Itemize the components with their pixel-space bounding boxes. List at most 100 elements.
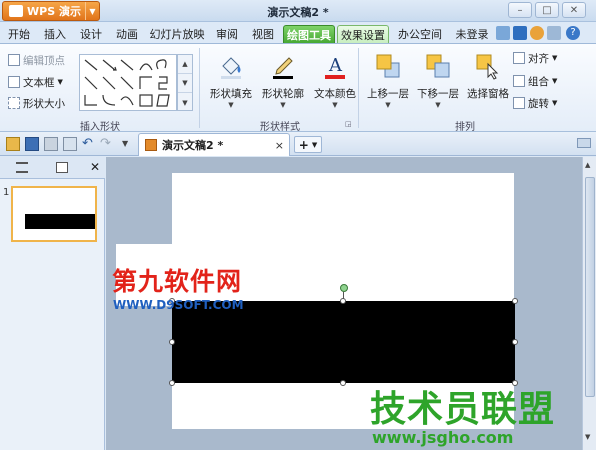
- selected-rectangle-shape[interactable]: [172, 301, 515, 383]
- tab-effect-settings[interactable]: 效果设置: [337, 25, 389, 43]
- edit-points-label: 编辑顶点: [23, 54, 65, 67]
- tab-animation[interactable]: 动画: [112, 25, 142, 43]
- document-tab[interactable]: 演示文稿2 * ×: [138, 133, 290, 156]
- quick-access-bar: ↶ ↷ ▼ 演示文稿2 * × + ▼: [0, 132, 596, 156]
- dialog-launcher-icon[interactable]: ◲: [345, 120, 352, 128]
- avatar[interactable]: [530, 26, 544, 40]
- slide-thumbnail[interactable]: [11, 186, 97, 242]
- docer-icon[interactable]: [513, 26, 527, 40]
- scroll-up-icon[interactable]: ▲: [585, 161, 590, 169]
- rotation-handle[interactable]: [340, 284, 348, 292]
- shape-size-label: 形状大小: [23, 97, 65, 110]
- watermark-brand-url: www.jsgho.com: [372, 428, 514, 447]
- selection-pane-button[interactable]: 选择窗格: [462, 50, 514, 116]
- rotate-button[interactable]: 旋转 ▼: [513, 95, 557, 111]
- print-icon[interactable]: [44, 137, 58, 151]
- new-tab-button[interactable]: + ▼: [294, 136, 322, 153]
- gallery-down-icon[interactable]: ▼: [178, 74, 192, 93]
- redo-icon[interactable]: ↷: [100, 137, 114, 151]
- scrollbar-thumb[interactable]: [585, 177, 595, 397]
- send-backward-button[interactable]: 下移一层 ▼: [412, 50, 464, 116]
- undo-icon[interactable]: ↶: [82, 137, 96, 151]
- gallery-up-icon[interactable]: ▲: [178, 55, 192, 74]
- skin-icon[interactable]: [496, 26, 510, 40]
- vertical-scrollbar[interactable]: ▲ ▼: [582, 157, 596, 450]
- save-icon[interactable]: [25, 137, 39, 151]
- text-color-label: 文本颜色: [314, 88, 356, 100]
- selection-pane-icon: [476, 54, 499, 80]
- help-icon[interactable]: ?: [566, 26, 580, 40]
- chevron-down-icon: ▼: [280, 101, 286, 109]
- divider: [199, 48, 200, 128]
- gallery-more-icon[interactable]: ▼: [178, 93, 192, 112]
- watermark-logo-text: 第九软件网: [112, 267, 243, 296]
- text-box-button[interactable]: 文本框 ▼: [8, 74, 63, 90]
- shape-gallery-scroll[interactable]: ▲ ▼ ▼: [177, 54, 193, 111]
- maximize-button[interactable]: □: [535, 2, 559, 18]
- tab-drawing-tools[interactable]: 绘图工具: [283, 25, 335, 43]
- align-icon: [513, 52, 525, 64]
- chevron-down-icon: ▼: [57, 78, 63, 86]
- window-title: 演示文稿2 *: [267, 6, 329, 19]
- chevron-down-icon: ▼: [332, 101, 338, 109]
- edit-points-button[interactable]: 编辑顶点: [8, 52, 65, 68]
- resize-handle-right[interactable]: [512, 339, 518, 345]
- chevron-down-icon: ▼: [552, 54, 558, 62]
- watermark-brand-text: 技术员联盟: [370, 389, 556, 430]
- ribbon-tabs: 开始 插入 设计 动画 幻灯片放映 审阅 视图 绘图工具 效果设置 办公空间 未…: [0, 22, 596, 44]
- align-button[interactable]: 对齐 ▼: [513, 50, 557, 66]
- rotate-label: 旋转: [528, 97, 549, 110]
- resize-handle-bl[interactable]: [169, 380, 175, 386]
- close-tab-button[interactable]: ×: [275, 139, 284, 152]
- bring-forward-button[interactable]: 上移一层 ▼: [362, 50, 414, 116]
- shape-size-icon: [8, 97, 20, 109]
- shape-gallery[interactable]: [79, 54, 177, 111]
- group-icon: [513, 75, 525, 87]
- options-icon[interactable]: [547, 26, 561, 40]
- text-color-button[interactable]: A 文本颜色 ▼: [309, 50, 361, 116]
- tab-design[interactable]: 设计: [76, 25, 106, 43]
- ribbon-panel: 编辑顶点 文本框 ▼ 形状大小 ▲ ▼ ▼ 插入形状 形状填充 ▼ 形状轮廓 ▼…: [0, 44, 596, 133]
- resize-handle-bottom[interactable]: [340, 380, 346, 386]
- outline-view-icon[interactable]: [16, 162, 28, 173]
- slides-view-icon[interactable]: [56, 162, 68, 173]
- bring-forward-icon: [376, 54, 400, 78]
- watermark-logo-url: WWW.D9SOFT.COM: [113, 298, 244, 312]
- close-window-button[interactable]: ✕: [562, 2, 586, 18]
- arrange-group-label: 排列: [455, 122, 475, 133]
- presentation-icon: [145, 139, 157, 151]
- slide-pane-header: ✕: [0, 157, 105, 179]
- resize-handle-top[interactable]: [340, 298, 346, 304]
- thumbnail-shape: [25, 214, 95, 229]
- text-box-label: 文本框: [23, 76, 55, 89]
- minimize-button[interactable]: –: [508, 2, 532, 18]
- resize-handle-tr[interactable]: [512, 298, 518, 304]
- scroll-down-icon[interactable]: ▼: [585, 433, 590, 441]
- tab-insert[interactable]: 插入: [40, 25, 70, 43]
- tab-view[interactable]: 视图: [248, 25, 278, 43]
- chevron-down-icon: ▼: [552, 77, 558, 85]
- resize-handle-left[interactable]: [169, 339, 175, 345]
- close-pane-icon[interactable]: ✕: [90, 160, 100, 174]
- print-preview-icon[interactable]: [63, 137, 77, 151]
- tab-office-space[interactable]: 办公空间: [394, 25, 446, 43]
- bring-forward-label: 上移一层: [367, 88, 409, 100]
- svg-text:A: A: [328, 55, 343, 76]
- group-button[interactable]: 组合 ▼: [513, 73, 557, 89]
- customize-toolbar-icon[interactable]: ▼: [122, 137, 136, 151]
- font-color-icon: A: [325, 55, 345, 79]
- send-backward-icon: [426, 54, 450, 78]
- shape-fill-button[interactable]: 形状填充 ▼: [205, 50, 257, 116]
- open-icon[interactable]: [6, 137, 20, 151]
- selection-pane-label: 选择窗格: [467, 88, 509, 100]
- slide-thumbnail-pane: 1: [0, 179, 105, 450]
- window-layout-icon[interactable]: [577, 138, 591, 148]
- tab-home[interactable]: 开始: [4, 25, 34, 43]
- tab-review[interactable]: 审阅: [212, 25, 242, 43]
- shape-size-button[interactable]: 形状大小: [8, 95, 65, 111]
- edit-points-icon: [8, 54, 20, 66]
- login-link[interactable]: 未登录: [452, 25, 492, 43]
- insert-shape-group-label: 插入形状: [80, 122, 120, 133]
- tab-slideshow[interactable]: 幻灯片放映: [147, 25, 207, 43]
- shape-outline-button[interactable]: 形状轮廓 ▼: [257, 50, 309, 116]
